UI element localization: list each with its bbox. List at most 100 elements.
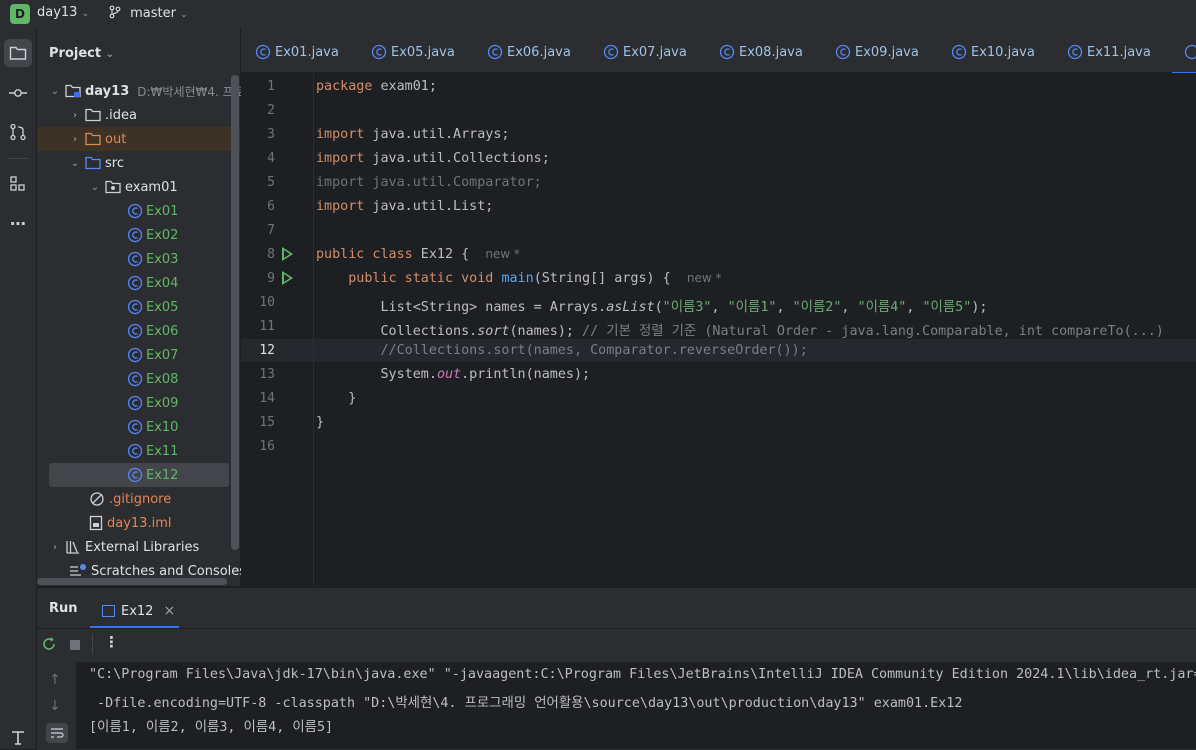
tree-item-src[interactable]: ⌄ src xyxy=(69,151,124,175)
class-icon xyxy=(487,44,503,60)
class-icon xyxy=(603,44,619,60)
tree-item-exam01[interactable]: ⌄ exam01 xyxy=(89,175,178,199)
tab-overflow[interactable] xyxy=(1172,40,1196,74)
rerun-button[interactable] xyxy=(41,636,57,656)
project-vertical-scrollbar[interactable] xyxy=(231,75,239,550)
tree-item-class[interactable]: Ex08 xyxy=(127,367,178,391)
commit-tool-button[interactable] xyxy=(4,79,32,107)
editor-tab[interactable]: Ex07.java xyxy=(603,44,687,60)
editor-tab[interactable]: Ex06.java xyxy=(487,44,571,60)
line-number: 5 xyxy=(241,175,275,190)
branch-switcher[interactable]: master ⌄ xyxy=(108,5,188,21)
tree-item-idea[interactable]: › .idea xyxy=(69,103,137,127)
line-number: 14 xyxy=(241,391,275,406)
tree-item-class[interactable]: Ex12 xyxy=(127,463,178,487)
line-number: 10 xyxy=(241,295,275,310)
line-number: 15 xyxy=(241,415,275,430)
editor-tab[interactable]: Ex08.java xyxy=(719,44,803,60)
run-class-gutter-icon[interactable] xyxy=(282,247,293,261)
soft-wrap-button[interactable] xyxy=(46,723,68,743)
branch-name: master xyxy=(130,6,176,21)
gutter-divider xyxy=(313,73,314,586)
tree-item-class[interactable]: Ex09 xyxy=(127,391,178,415)
project-switcher[interactable]: day13 ⌄ xyxy=(37,5,89,20)
tree-item-label: Ex08 xyxy=(146,372,178,387)
tree-item-day13[interactable]: ⌄ day13 D:₩박세현₩4. 프로 xyxy=(49,79,245,103)
run-tab-label: Ex12 xyxy=(121,604,153,619)
editor-tab[interactable]: Ex01.java xyxy=(255,44,339,60)
chevron-down-icon: ⌄ xyxy=(82,9,90,19)
tree-item-class[interactable]: Ex11 xyxy=(127,439,178,463)
tree-item-class[interactable]: Ex06 xyxy=(127,319,178,343)
chevron-right-icon: › xyxy=(49,542,61,553)
tree-item-class[interactable]: Ex10 xyxy=(127,415,178,439)
class-icon xyxy=(127,227,143,243)
tree-item-label: day13 xyxy=(85,84,129,99)
scroll-up-icon[interactable]: ↑ xyxy=(49,672,61,688)
tree-item-gitignore[interactable]: .gitignore xyxy=(89,487,171,511)
code-line-11: Collections.sort(names); // 기본 정렬 기준 (Na… xyxy=(316,319,1164,339)
branch-icon xyxy=(108,5,122,19)
tree-item-label: Ex01 xyxy=(146,204,178,219)
chevron-down-icon: ⌄ xyxy=(49,86,61,97)
tree-item-class[interactable]: Ex07 xyxy=(127,343,178,367)
class-icon xyxy=(371,44,387,60)
run-main-gutter-icon[interactable] xyxy=(282,271,293,285)
tree-item-path: D:₩박세현₩4. 프로 xyxy=(137,83,244,100)
line-number: 16 xyxy=(241,439,275,454)
tree-item-label: exam01 xyxy=(125,180,178,195)
project-tool-button[interactable] xyxy=(4,39,32,67)
editor-tab[interactable]: Ex05.java xyxy=(371,44,455,60)
editor-tab[interactable]: Ex11.java xyxy=(1067,44,1151,60)
project-name: day13 xyxy=(37,5,77,20)
class-icon xyxy=(255,44,271,60)
run-tab-ex12[interactable]: Ex12 × xyxy=(90,596,179,628)
editor-tab[interactable]: Ex09.java xyxy=(835,44,919,60)
tree-item-class[interactable]: Ex02 xyxy=(127,223,178,247)
class-icon xyxy=(127,395,143,411)
project-horizontal-scrollbar[interactable] xyxy=(37,578,227,585)
code-line-4: import java.util.Collections; xyxy=(316,151,550,166)
class-icon xyxy=(127,443,143,459)
console-line-command: "C:\Program Files\Java\jdk-17\bin\java.e… xyxy=(89,667,1196,682)
line-number: 13 xyxy=(241,367,275,382)
project-panel-header[interactable]: Project ⌄ xyxy=(49,46,114,61)
class-icon xyxy=(127,323,143,339)
code-line-14: } xyxy=(316,391,356,406)
tree-item-class[interactable]: Ex05 xyxy=(127,295,178,319)
inlay-hint-new: new * xyxy=(687,271,722,285)
tree-item-out[interactable]: › out xyxy=(69,127,126,151)
project-badge[interactable]: D xyxy=(10,4,30,24)
more-options-icon[interactable]: ⋮ xyxy=(104,633,119,651)
project-panel-title: Project xyxy=(49,46,101,61)
class-icon xyxy=(835,44,851,60)
tree-item-day13-iml[interactable]: day13.iml xyxy=(89,511,171,535)
structure-tool-button[interactable] xyxy=(4,170,32,198)
code-line-8: public class Ex12 { new * xyxy=(316,247,520,262)
line-number: 11 xyxy=(241,319,275,334)
stop-button[interactable] xyxy=(70,640,80,650)
folder-icon xyxy=(85,108,101,122)
line-number: 3 xyxy=(241,127,275,142)
tree-item-class[interactable]: Ex01 xyxy=(127,199,178,223)
inlay-hint-new: new * xyxy=(485,247,520,261)
tree-item-external-libraries[interactable]: › External Libraries xyxy=(49,535,199,559)
editor-tab[interactable]: Ex10.java xyxy=(951,44,1035,60)
scroll-down-icon[interactable]: ↓ xyxy=(49,698,61,714)
line-number: 12 xyxy=(241,343,275,358)
class-icon xyxy=(127,467,143,483)
more-tools-icon[interactable]: ⋯ xyxy=(4,209,32,237)
pull-request-icon xyxy=(9,123,27,141)
tree-item-label: Ex06 xyxy=(146,324,178,339)
tree-item-class[interactable]: Ex04 xyxy=(127,271,178,295)
close-icon[interactable]: × xyxy=(163,603,175,619)
pull-requests-tool-button[interactable] xyxy=(4,118,32,146)
tree-item-class[interactable]: Ex03 xyxy=(127,247,178,271)
excluded-folder-highlight xyxy=(37,127,240,151)
editor-tab-label: Ex08.java xyxy=(739,45,803,60)
module-folder-icon xyxy=(65,84,81,98)
line-number: 9 xyxy=(241,271,275,286)
terminal-tool-button[interactable] xyxy=(4,727,32,747)
class-icon xyxy=(1184,44,1196,60)
tree-item-label: out xyxy=(105,132,126,147)
